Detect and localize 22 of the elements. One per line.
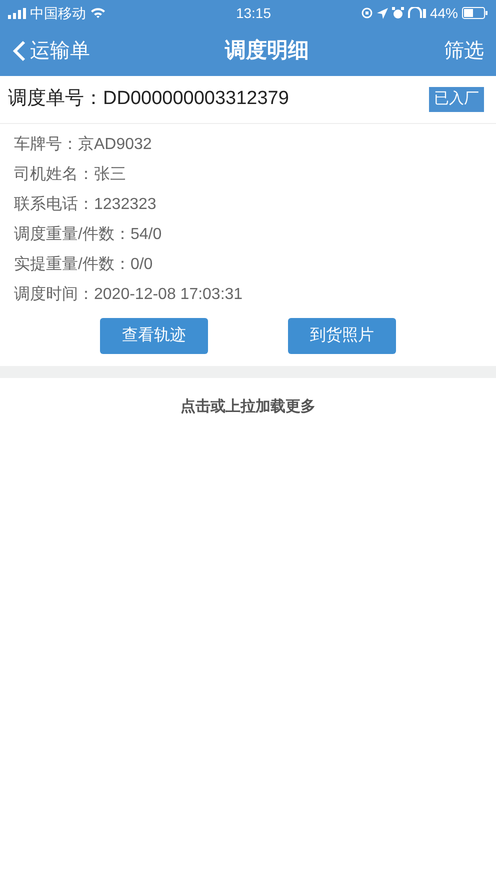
- load-more-link[interactable]: 点击或上拉加载更多: [180, 378, 316, 418]
- detail-text: 调度重量/件数：54/0: [14, 226, 162, 243]
- page-title: 调度明细: [225, 38, 309, 64]
- status-tag: 已入厂: [429, 87, 484, 112]
- signal-icon: [8, 8, 26, 18]
- battery-icon: [462, 7, 488, 19]
- detail-text: 实提重量/件数：0/0: [14, 256, 153, 273]
- action-button[interactable]: 到货照片: [288, 318, 396, 354]
- dispatch-number: 调度单号：DD000000003312379: [8, 87, 289, 112]
- carrier-name: 中国移动: [30, 4, 86, 22]
- filter-button[interactable]: 筛选: [444, 36, 484, 66]
- clock-time: 13:15: [236, 4, 271, 22]
- action-button[interactable]: 查看轨迹: [100, 318, 208, 354]
- headphones-icon: [408, 7, 426, 19]
- detail-text: 联系电话：1232323: [14, 196, 156, 213]
- location-icon: [376, 8, 388, 18]
- back-button[interactable]: 运输单: [12, 36, 90, 66]
- detail-text: 车牌号：京AD9032: [14, 136, 152, 153]
- detail-text: 调度时间：2020-12-08 17:03:31: [14, 286, 243, 303]
- detail-text: 司机姓名：张三: [14, 166, 126, 183]
- wifi-icon: [90, 7, 106, 19]
- battery-percent: 44%: [430, 4, 458, 22]
